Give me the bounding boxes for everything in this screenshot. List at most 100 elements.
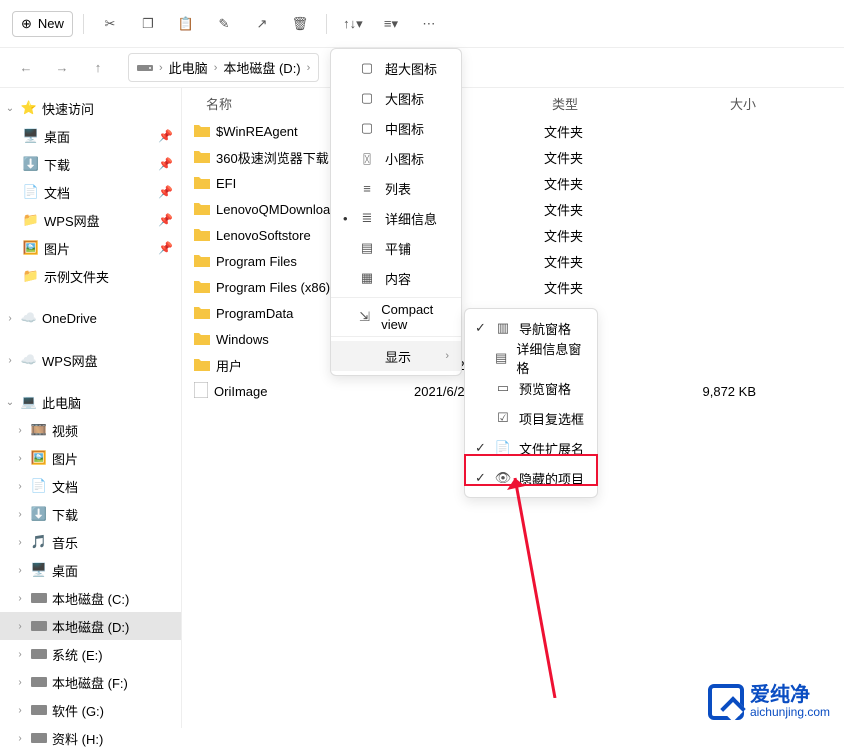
file-row[interactable]: LenovoSoftstore6 23:31文件夹 <box>182 222 844 248</box>
chevron-right-icon: › <box>445 350 449 362</box>
file-type: 文件夹 <box>544 226 646 245</box>
chevron-down-icon: ⌄ <box>4 103 16 114</box>
menu-label: 项目复选框 <box>519 409 584 428</box>
file-row[interactable]: Program Files (x86)6 15:00文件夹 <box>182 274 844 300</box>
paste-icon[interactable]: 📋 <box>170 8 202 40</box>
pin-icon: 📌 <box>158 241 173 255</box>
sidebar-item-label: 音乐 <box>52 533 78 552</box>
sidebar-diskc[interactable]: ›本地磁盘 (C:) <box>0 584 181 612</box>
sidebar-music[interactable]: ›🎵音乐 <box>0 528 181 556</box>
menu-item-list[interactable]: ≡列表 <box>331 173 461 203</box>
sidebar-pictures[interactable]: 🖼️图片📌 <box>0 234 181 262</box>
sidebar-item-label: 视频 <box>52 421 78 440</box>
menu-label: 平铺 <box>385 239 411 258</box>
chevron-right-icon: › <box>4 313 16 324</box>
menu-item-xl-icons[interactable]: ▢超大图标 <box>331 53 461 83</box>
sidebar-diskg[interactable]: ›软件 (G:) <box>0 696 181 724</box>
menu-label: 小图标 <box>385 149 424 168</box>
copy-icon[interactable]: ❐ <box>132 8 164 40</box>
sidebar-diskf[interactable]: ›本地磁盘 (F:) <box>0 668 181 696</box>
rename-icon[interactable]: ✎ <box>208 8 240 40</box>
sidebar-onedrive[interactable]: ›☁️OneDrive <box>0 304 181 332</box>
sidebar-diskd[interactable]: ›本地磁盘 (D:) <box>0 612 181 640</box>
new-label: New <box>38 16 64 31</box>
menu-item-l-icons[interactable]: ▢大图标 <box>331 83 461 113</box>
file-row[interactable]: LenovoQMDownloac6 19:40文件夹 <box>182 196 844 222</box>
folder-icon <box>194 175 210 192</box>
menu-label: 隐藏的项目 <box>519 469 584 488</box>
submenu-detail-pane[interactable]: ▤详细信息窗格 <box>465 343 597 373</box>
file-type: 文件夹 <box>544 174 646 193</box>
file-header: 名称 类型 大小 <box>182 88 844 118</box>
file-row[interactable]: EFI6 17:18文件夹 <box>182 170 844 196</box>
file-name: Windows <box>216 332 269 347</box>
sidebar-item-label: WPS网盘 <box>42 351 98 370</box>
forward-button[interactable]: → <box>48 54 76 82</box>
toolbar: ⊕ New ✂ ❐ 📋 ✎ ↗ 🗑 ↑↓▾ ≡▾ ⋯ <box>0 0 844 48</box>
watermark-cn: 爱纯净 <box>750 684 830 706</box>
menu-label: 导航窗格 <box>519 319 571 338</box>
sidebar-downloads[interactable]: ⬇️下载📌 <box>0 150 181 178</box>
crumb-thispc[interactable]: 此电脑 <box>169 58 208 77</box>
separator <box>331 336 461 337</box>
column-type[interactable]: 类型 <box>544 94 646 113</box>
more-icon[interactable]: ⋯ <box>413 8 445 40</box>
back-button[interactable]: ← <box>12 54 40 82</box>
breadcrumb[interactable]: › 此电脑 › 本地磁盘 (D:) › <box>128 53 319 82</box>
crumb-diskd[interactable]: 本地磁盘 (D:) <box>223 58 300 77</box>
chevron-right-icon: › <box>14 705 26 716</box>
menu-item-content[interactable]: ▦内容 <box>331 263 461 293</box>
submenu-preview-pane[interactable]: ▭预览窗格 <box>465 373 597 403</box>
check-icon: ✓ <box>475 470 487 486</box>
menu-item-show[interactable]: 显示› <box>331 341 461 371</box>
sidebar-wpsdisk[interactable]: ›☁️WPS网盘 <box>0 346 181 374</box>
menu-label: 中图标 <box>385 119 424 138</box>
sidebar-documents2[interactable]: ›📄文档 <box>0 472 181 500</box>
new-button[interactable]: ⊕ New <box>12 11 73 37</box>
sort-icon[interactable]: ↑↓▾ <box>337 8 369 40</box>
sidebar-video[interactable]: ›🎞️视频 <box>0 416 181 444</box>
drive-icon <box>30 617 48 635</box>
sidebar-samples[interactable]: 📁示例文件夹 <box>0 262 181 290</box>
document-icon: 📄 <box>22 183 40 201</box>
separator <box>326 14 327 34</box>
delete-icon[interactable]: 🗑 <box>284 8 316 40</box>
file-row[interactable]: $WinREAgent2:15文件夹 <box>182 118 844 144</box>
file-row[interactable]: 360极速浏览器下载3 17:26文件夹 <box>182 144 844 170</box>
sidebar-quick-access[interactable]: ⌄⭐快速访问 <box>0 94 181 122</box>
menu-item-tile[interactable]: ▤平铺 <box>331 233 461 263</box>
menu-item-m-icons[interactable]: ▢中图标 <box>331 113 461 143</box>
sidebar-downloads2[interactable]: ›⬇️下载 <box>0 500 181 528</box>
submenu-file-ext[interactable]: ✓📄文件扩展名 <box>465 433 597 463</box>
chevron-right-icon: › <box>14 621 26 632</box>
file-row[interactable]: Program Files2:41文件夹 <box>182 248 844 274</box>
sidebar: ⌄⭐快速访问 🖥️桌面📌 ⬇️下载📌 📄文档📌 📁WPS网盘📌 🖼️图片📌 📁示… <box>0 88 182 728</box>
plus-icon: ⊕ <box>21 16 32 32</box>
sidebar-wps[interactable]: 📁WPS网盘📌 <box>0 206 181 234</box>
sidebar-item-label: 资料 (H:) <box>52 729 103 748</box>
chevron-right-icon: › <box>14 509 26 520</box>
submenu-hidden-items[interactable]: ✓👁隐藏的项目 <box>465 463 597 493</box>
cloud-icon: ☁️ <box>20 351 38 369</box>
menu-item-compact[interactable]: ⇲Compact view <box>331 302 461 332</box>
menu-item-detail[interactable]: •≣详细信息 <box>331 203 461 233</box>
sidebar-documents[interactable]: 📄文档📌 <box>0 178 181 206</box>
sidebar-diskh[interactable]: ›资料 (H:) <box>0 724 181 752</box>
view-icon[interactable]: ≡▾ <box>375 8 407 40</box>
sidebar-desktop[interactable]: 🖥️桌面📌 <box>0 122 181 150</box>
up-button[interactable]: ↑ <box>84 54 112 82</box>
pin-icon: 📌 <box>158 213 173 227</box>
folder-icon: 📁 <box>22 267 40 285</box>
cut-icon[interactable]: ✂ <box>94 8 126 40</box>
share-icon[interactable]: ↗ <box>246 8 278 40</box>
sidebar-syse[interactable]: ›系统 (E:) <box>0 640 181 668</box>
menu-item-s-icons[interactable]: 〿小图标 <box>331 143 461 173</box>
folder-icon <box>194 331 210 348</box>
download-icon: ⬇️ <box>30 505 48 523</box>
folder-icon: 📁 <box>22 211 40 229</box>
sidebar-pictures2[interactable]: ›🖼️图片 <box>0 444 181 472</box>
column-size[interactable]: 大小 <box>646 94 756 113</box>
sidebar-thispc[interactable]: ⌄💻此电脑 <box>0 388 181 416</box>
submenu-item-checkbox[interactable]: ☑项目复选框 <box>465 403 597 433</box>
sidebar-desktop2[interactable]: ›🖥️桌面 <box>0 556 181 584</box>
